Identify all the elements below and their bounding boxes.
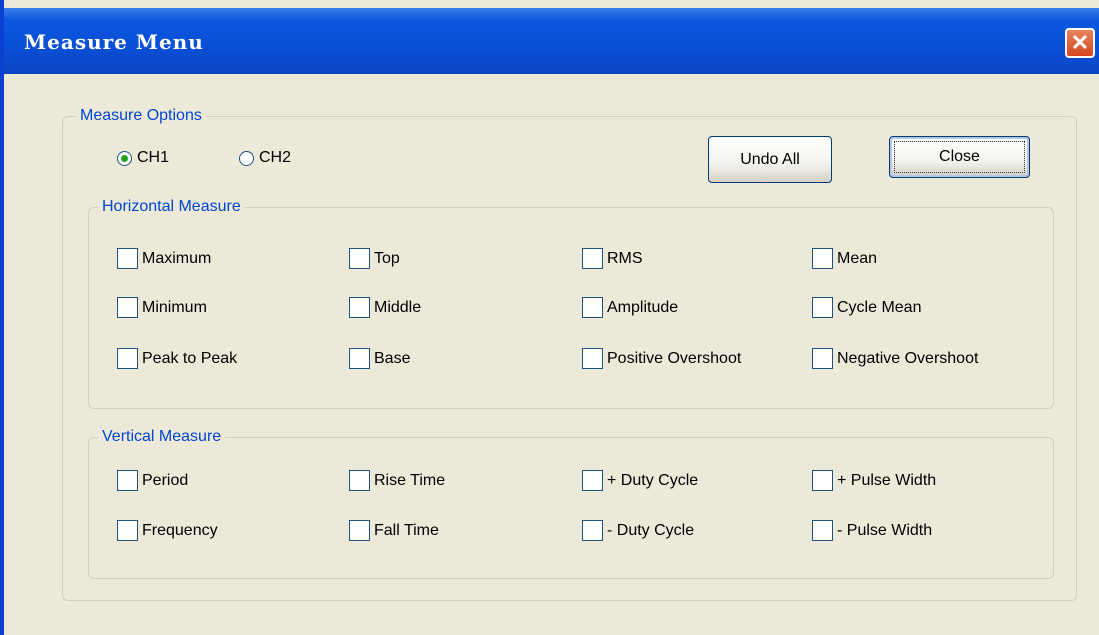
radio-ch2[interactable]: CH2 [239, 149, 291, 167]
checkbox-amplitude[interactable]: Amplitude [582, 297, 678, 318]
horizontal-measure-legend: Horizontal Measure [98, 197, 245, 217]
checkbox-box [582, 520, 603, 541]
radio-ch1-label: CH1 [137, 149, 170, 166]
checkbox-frequency[interactable]: Frequency [117, 520, 218, 541]
checkbox-cycle-mean[interactable]: Cycle Mean [812, 297, 921, 318]
title-bar[interactable]: Measure Menu ✕ [4, 8, 1099, 74]
close-button-focus-rect [894, 141, 1025, 173]
checkbox-box [582, 348, 603, 369]
checkbox-label: Middle [374, 298, 422, 316]
checkbox-label: Rise Time [374, 471, 446, 489]
undo-all-button[interactable]: Undo All [708, 136, 832, 183]
radio-ch2-label: CH2 [259, 149, 292, 166]
checkbox-maximum[interactable]: Maximum [117, 248, 211, 269]
checkbox-label: Period [142, 471, 189, 489]
checkbox-label: Positive Overshoot [607, 349, 742, 367]
checkbox-label: Negative Overshoot [837, 349, 979, 367]
checkbox-base[interactable]: Base [349, 348, 410, 369]
window-close-button[interactable]: ✕ [1065, 28, 1095, 58]
vertical-measure-group: Vertical Measure [88, 427, 1054, 579]
checkbox-minus-duty-cycle[interactable]: - Duty Cycle [582, 520, 694, 541]
checkbox-label: RMS [607, 249, 643, 267]
window-title: Measure Menu [24, 30, 204, 54]
checkbox-label: + Duty Cycle [607, 471, 699, 489]
checkbox-box [117, 520, 138, 541]
checkbox-label: - Duty Cycle [607, 521, 695, 539]
checkbox-positive-overshoot[interactable]: Positive Overshoot [582, 348, 741, 369]
checkbox-box [582, 297, 603, 318]
checkbox-box [582, 470, 603, 491]
checkbox-peak-to-peak[interactable]: Peak to Peak [117, 348, 237, 369]
close-button[interactable]: Close [889, 136, 1030, 178]
checkbox-label: Mean [837, 249, 878, 267]
checkbox-label: - Pulse Width [837, 521, 933, 539]
checkbox-rms[interactable]: RMS [582, 248, 643, 269]
radio-ch2-circle [239, 150, 254, 166]
checkbox-box [349, 520, 370, 541]
checkbox-box [812, 297, 833, 318]
measure-menu-window: Measure Menu ✕ Measure Options CH1 CH2 U… [0, 0, 1099, 635]
undo-all-label: Undo All [740, 151, 800, 168]
checkbox-box [117, 470, 138, 491]
checkbox-box [812, 470, 833, 491]
checkbox-label: Maximum [142, 249, 212, 267]
radio-ch1[interactable]: CH1 [117, 149, 169, 167]
checkbox-label: Base [374, 349, 411, 367]
checkbox-fall-time[interactable]: Fall Time [349, 520, 439, 541]
checkbox-label: Amplitude [607, 298, 679, 316]
checkbox-negative-overshoot[interactable]: Negative Overshoot [812, 348, 978, 369]
vertical-measure-legend: Vertical Measure [98, 427, 226, 447]
checkbox-label: Minimum [142, 298, 207, 316]
checkbox-box [349, 248, 370, 269]
checkbox-box [812, 520, 833, 541]
checkbox-box [582, 248, 603, 269]
checkbox-box [349, 470, 370, 491]
checkbox-minimum[interactable]: Minimum [117, 297, 207, 318]
radio-ch1-circle [117, 150, 132, 166]
close-icon: ✕ [1070, 30, 1090, 55]
checkbox-box [812, 248, 833, 269]
checkbox-label: Top [374, 249, 400, 267]
checkbox-plus-pulse-width[interactable]: + Pulse Width [812, 470, 936, 491]
checkbox-box [117, 348, 138, 369]
checkbox-rise-time[interactable]: Rise Time [349, 470, 445, 491]
checkbox-box [812, 348, 833, 369]
checkbox-minus-pulse-width[interactable]: - Pulse Width [812, 520, 932, 541]
checkbox-middle[interactable]: Middle [349, 297, 421, 318]
measure-options-legend: Measure Options [76, 106, 206, 126]
checkbox-period[interactable]: Period [117, 470, 188, 491]
checkbox-box [117, 248, 138, 269]
checkbox-box [349, 348, 370, 369]
checkbox-box [117, 297, 138, 318]
checkbox-mean[interactable]: Mean [812, 248, 877, 269]
checkbox-top[interactable]: Top [349, 248, 400, 269]
checkbox-label: + Pulse Width [837, 471, 937, 489]
checkbox-plus-duty-cycle[interactable]: + Duty Cycle [582, 470, 698, 491]
checkbox-label: Fall Time [374, 521, 439, 539]
checkbox-label: Peak to Peak [142, 349, 238, 367]
checkbox-label: Frequency [142, 521, 218, 539]
checkbox-box [349, 297, 370, 318]
checkbox-label: Cycle Mean [837, 298, 922, 316]
